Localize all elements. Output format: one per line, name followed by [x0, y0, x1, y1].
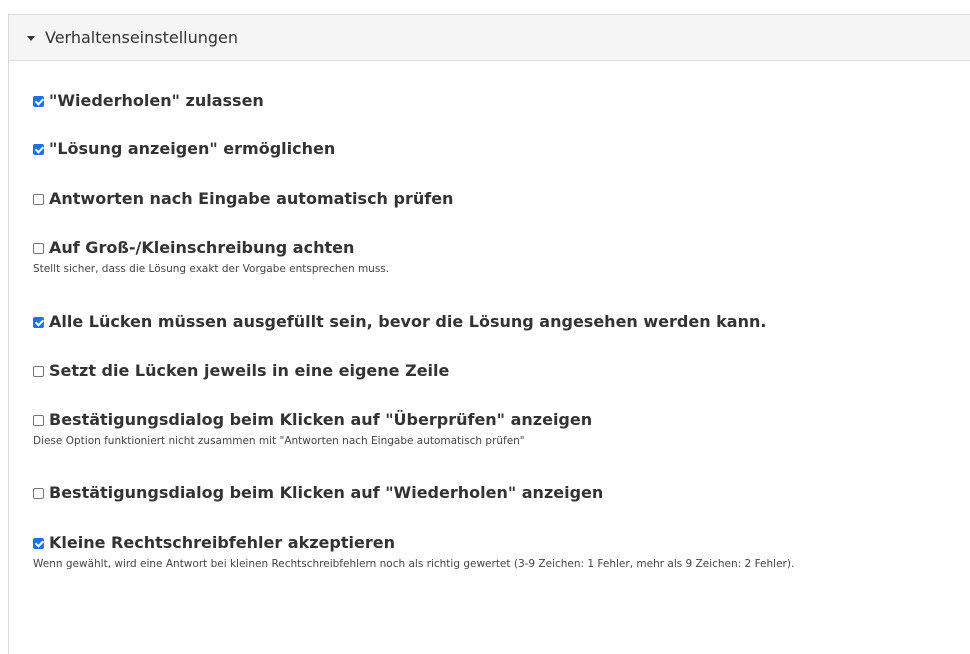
- checkbox[interactable]: [33, 194, 44, 205]
- checkbox[interactable]: [33, 488, 44, 499]
- option-row[interactable]: Kleine Rechtschreibfehler akzeptieren: [33, 533, 953, 552]
- behaviour-settings-panel: Verhaltenseinstellungen "Wiederholen" zu…: [8, 14, 970, 654]
- option-separate-lines: Setzt die Lücken jeweils in eine eigene …: [33, 361, 449, 380]
- checkbox[interactable]: [33, 538, 44, 549]
- option-auto-check: Antworten nach Eingabe automatisch prüfe…: [33, 189, 453, 208]
- option-row[interactable]: Antworten nach Eingabe automatisch prüfe…: [33, 189, 453, 208]
- option-label[interactable]: Setzt die Lücken jeweils in eine eigene …: [49, 361, 449, 380]
- option-accept-typos: Kleine Rechtschreibfehler akzeptieren We…: [33, 533, 953, 571]
- checkbox[interactable]: [33, 317, 44, 328]
- checkbox[interactable]: [33, 366, 44, 377]
- option-case-sensitive: Auf Groß-/Kleinschreibung achten Stellt …: [33, 238, 953, 276]
- option-require-all-gaps: Alle Lücken müssen ausgefüllt sein, bevo…: [33, 312, 766, 331]
- option-label[interactable]: "Lösung anzeigen" ermöglichen: [49, 139, 335, 158]
- checkbox[interactable]: [33, 144, 44, 155]
- checkbox[interactable]: [33, 243, 44, 254]
- option-row[interactable]: "Lösung anzeigen" ermöglichen: [33, 139, 335, 158]
- option-row[interactable]: Auf Groß-/Kleinschreibung achten: [33, 238, 953, 257]
- option-label[interactable]: Alle Lücken müssen ausgefüllt sein, bevo…: [49, 312, 766, 331]
- option-row[interactable]: Setzt die Lücken jeweils in eine eigene …: [33, 361, 449, 380]
- option-description: Diese Option funktioniert nicht zusammen…: [33, 435, 525, 447]
- option-description: Stellt sicher, dass die Lösung exakt der…: [33, 263, 390, 275]
- option-allow-retry: "Wiederholen" zulassen: [33, 91, 264, 110]
- option-label[interactable]: Bestätigungsdialog beim Klicken auf "Wie…: [49, 483, 603, 502]
- option-confirm-check-dialog: Bestätigungsdialog beim Klicken auf "Übe…: [33, 410, 953, 448]
- option-row[interactable]: Alle Lücken müssen ausgefüllt sein, bevo…: [33, 312, 766, 331]
- option-label[interactable]: Antworten nach Eingabe automatisch prüfe…: [49, 189, 453, 208]
- section-header[interactable]: Verhaltenseinstellungen: [9, 15, 970, 61]
- section-title: Verhaltenseinstellungen: [45, 28, 239, 47]
- option-label[interactable]: "Wiederholen" zulassen: [49, 91, 264, 110]
- option-show-solution: "Lösung anzeigen" ermöglichen: [33, 139, 335, 158]
- checkbox[interactable]: [33, 96, 44, 107]
- option-row[interactable]: Bestätigungsdialog beim Klicken auf "Wie…: [33, 483, 603, 502]
- option-description: Wenn gewählt, wird eine Antwort bei klei…: [33, 558, 795, 570]
- option-confirm-retry-dialog: Bestätigungsdialog beim Klicken auf "Wie…: [33, 483, 603, 502]
- option-label[interactable]: Kleine Rechtschreibfehler akzeptieren: [49, 533, 395, 552]
- option-row[interactable]: "Wiederholen" zulassen: [33, 91, 264, 110]
- option-label[interactable]: Auf Groß-/Kleinschreibung achten: [49, 238, 354, 257]
- option-row[interactable]: Bestätigungsdialog beim Klicken auf "Übe…: [33, 410, 953, 429]
- caret-down-icon[interactable]: [27, 36, 35, 41]
- option-label[interactable]: Bestätigungsdialog beim Klicken auf "Übe…: [49, 410, 592, 429]
- checkbox[interactable]: [33, 415, 44, 426]
